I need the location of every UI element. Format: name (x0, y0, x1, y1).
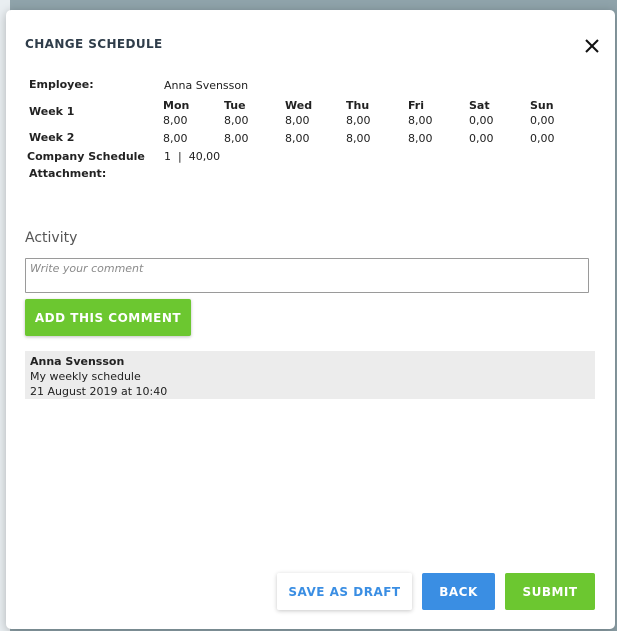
week-1-sat: 0,00 (469, 114, 494, 127)
week-2-sat: 0,00 (469, 132, 494, 145)
dialog-title: CHANGE SCHEDULE (25, 37, 163, 51)
week-1-sun: 0,00 (530, 114, 555, 127)
week-2-mon: 8,00 (163, 132, 188, 145)
week-2-label: Week 2 (29, 131, 75, 144)
week-1-fri: 8,00 (408, 114, 433, 127)
employee-label: Employee: (29, 78, 94, 91)
company-schedule-value: 1 | 40,00 (164, 150, 221, 163)
activity-text: My weekly schedule (30, 370, 141, 383)
day-header-mon: Mon (163, 99, 190, 112)
week-1-tue: 8,00 (224, 114, 249, 127)
week-2-fri: 8,00 (408, 132, 433, 145)
save-as-draft-button[interactable]: SAVE AS DRAFT (277, 573, 412, 610)
activity-date: 21 August 2019 at 10:40 (30, 385, 168, 398)
day-header-fri: Fri (408, 99, 425, 112)
week-2-thu: 8,00 (346, 132, 371, 145)
activity-author: Anna Svensson (30, 355, 125, 368)
week-1-label: Week 1 (29, 105, 75, 118)
day-header-thu: Thu (346, 99, 370, 112)
change-schedule-dialog: CHANGE SCHEDULE Employee: Anna Svensson … (6, 10, 615, 629)
close-icon (585, 39, 599, 53)
day-header-sun: Sun (530, 99, 554, 112)
week-2-tue: 8,00 (224, 132, 249, 145)
activity-item: Anna Svensson My weekly schedule 21 Augu… (25, 351, 595, 399)
week-1-mon: 8,00 (163, 114, 188, 127)
submit-button[interactable]: SUBMIT (505, 573, 595, 610)
attachment-label: Attachment: (29, 167, 107, 180)
comment-input[interactable] (25, 258, 589, 293)
day-header-wed: Wed (285, 99, 313, 112)
week-2-wed: 8,00 (285, 132, 310, 145)
employee-name: Anna Svensson (164, 79, 249, 92)
day-header-tue: Tue (224, 99, 246, 112)
close-button[interactable] (582, 36, 602, 56)
back-button[interactable]: BACK (422, 573, 495, 610)
week-1-thu: 8,00 (346, 114, 371, 127)
add-comment-button[interactable]: ADD THIS COMMENT (25, 299, 191, 336)
week-1-wed: 8,00 (285, 114, 310, 127)
week-2-sun: 0,00 (530, 132, 555, 145)
day-header-sat: Sat (469, 99, 490, 112)
company-schedule-label: Company Schedule (27, 150, 145, 163)
activity-heading: Activity (25, 230, 78, 246)
